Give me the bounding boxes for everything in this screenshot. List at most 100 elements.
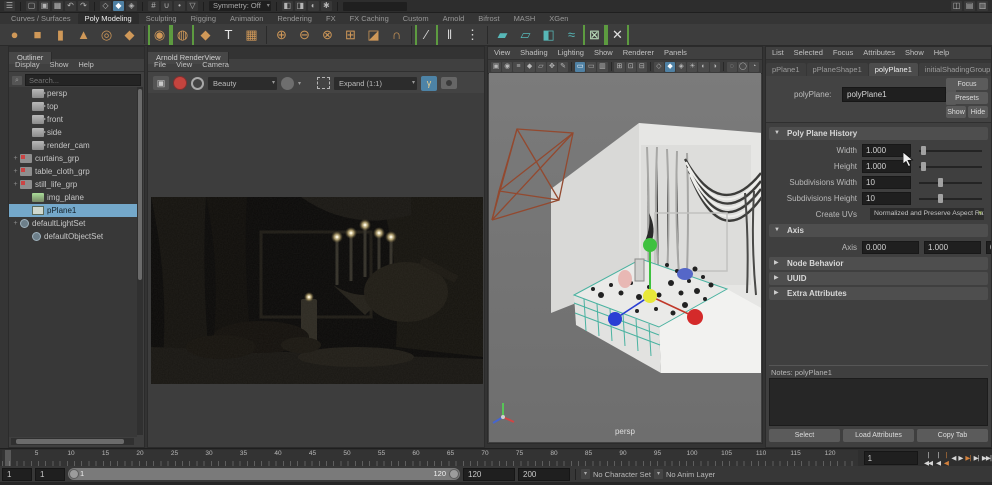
outliner-item[interactable]: defaultObjectSet bbox=[9, 230, 137, 243]
film-gate-icon[interactable]: ▭ bbox=[575, 62, 585, 72]
outliner-menu-item[interactable]: Display bbox=[15, 59, 40, 71]
snap-plane-icon[interactable]: ▽ bbox=[187, 1, 198, 11]
shelf-tab[interactable]: MASH bbox=[507, 13, 543, 24]
save-scene-icon[interactable]: ▦ bbox=[52, 1, 63, 11]
xray-icon[interactable]: ◌ bbox=[727, 62, 737, 72]
type-tool-icon[interactable]: T bbox=[217, 25, 240, 45]
ao-icon[interactable]: ◑ bbox=[710, 62, 720, 72]
attribute-editor-tab[interactable]: initialShadingGroup bbox=[919, 63, 991, 76]
plane-primitive-icon[interactable]: ◆ bbox=[118, 25, 141, 45]
extrude-icon[interactable]: ⊞ bbox=[339, 25, 362, 45]
select-hierarchy-icon[interactable]: ◇ bbox=[100, 1, 111, 11]
axis-value-field[interactable]: 0.000 bbox=[986, 241, 991, 254]
render-settings-icon[interactable]: ✱ bbox=[321, 1, 332, 11]
value-field[interactable]: 10 bbox=[862, 192, 911, 205]
step-back-key-button[interactable]: |◀ bbox=[942, 451, 949, 465]
offset-edge-loop-icon[interactable]: ⋮ bbox=[461, 25, 484, 45]
separate-icon[interactable]: ⊖ bbox=[293, 25, 316, 45]
node-name-field[interactable]: polyPlane1 bbox=[842, 87, 946, 102]
playback-end-field[interactable]: 120 bbox=[463, 468, 515, 481]
viewport-menu-item[interactable]: Panels bbox=[664, 47, 687, 59]
quad-draw-icon[interactable]: ▰ bbox=[491, 25, 514, 45]
quick-select-input[interactable] bbox=[343, 2, 407, 11]
shelf-tab[interactable]: FX bbox=[319, 13, 343, 24]
safe-action-icon[interactable]: ⊡ bbox=[626, 62, 636, 72]
attribute-editor-tab[interactable]: pPlaneShape1 bbox=[807, 63, 868, 76]
value-slider[interactable] bbox=[919, 193, 982, 204]
modeling-toolkit-toggle-icon[interactable]: ◫ bbox=[951, 1, 962, 11]
animation-end-field[interactable]: 200 bbox=[518, 468, 570, 481]
render-view-icon[interactable]: ◧ bbox=[282, 1, 293, 11]
value-slider[interactable] bbox=[919, 177, 982, 188]
expand-icon[interactable]: + bbox=[11, 181, 20, 188]
shelf-tab[interactable]: Custom bbox=[396, 13, 436, 24]
animation-start-field[interactable]: 1 bbox=[2, 468, 32, 481]
viewport-menu-item[interactable]: Renderer bbox=[623, 47, 654, 59]
axis-value-field[interactable]: 1.000 bbox=[924, 241, 981, 254]
attribute-editor-menu-item[interactable]: Show bbox=[905, 47, 924, 59]
collapsed-section[interactable]: ▶ Extra Attributes bbox=[769, 287, 988, 300]
shelf-tab[interactable]: XGen bbox=[542, 13, 575, 24]
outliner-item[interactable]: pPlane1 bbox=[9, 204, 137, 217]
step-forward-key-button[interactable]: ▶| bbox=[964, 451, 971, 465]
shelf-tab[interactable]: FX Caching bbox=[343, 13, 396, 24]
outliner-item[interactable]: persp bbox=[9, 87, 137, 100]
start-ipr-button[interactable] bbox=[173, 76, 187, 90]
render-view-menu-item[interactable]: File bbox=[154, 59, 166, 71]
collapsed-section[interactable]: ▶ UUID bbox=[769, 272, 988, 285]
shelf-tab[interactable]: Arnold bbox=[436, 13, 472, 24]
render-view-canvas[interactable] bbox=[148, 93, 484, 447]
combine-icon[interactable]: ⊕ bbox=[270, 25, 293, 45]
expand-icon[interactable]: + bbox=[11, 220, 20, 227]
shelf-tab[interactable]: Curves / Surfaces bbox=[4, 13, 78, 24]
stop-ipr-button[interactable] bbox=[191, 77, 204, 90]
viewport-canvas[interactable]: persp bbox=[489, 73, 761, 442]
attribute-editor-tab[interactable]: polyPlane1 bbox=[869, 63, 918, 76]
debug-shading-button[interactable] bbox=[281, 77, 294, 90]
axis-value-field[interactable]: 0.000 bbox=[862, 241, 919, 254]
character-set-select[interactable]: No Character Set bbox=[593, 470, 651, 479]
live-surface-icon[interactable]: ▱ bbox=[514, 25, 537, 45]
focus-button[interactable]: Focus bbox=[946, 78, 988, 90]
delete-edge-icon[interactable]: ✕ bbox=[606, 25, 629, 45]
lights-icon[interactable]: ☀ bbox=[687, 62, 697, 72]
select-camera-icon[interactable]: ▣ bbox=[491, 62, 501, 72]
attribute-editor-menu-item[interactable]: Focus bbox=[833, 47, 853, 59]
attribute-editor-tab[interactable]: pPlane1 bbox=[766, 63, 806, 76]
isolate-select-icon[interactable]: ◯ bbox=[738, 62, 748, 72]
outliner-item[interactable]: + curtains_grp bbox=[9, 152, 137, 165]
go-to-start-button[interactable]: |◀◀ bbox=[923, 451, 934, 465]
insert-edge-loop-icon[interactable]: ‖ bbox=[438, 25, 461, 45]
shelf-tab[interactable]: Rigging bbox=[184, 13, 223, 24]
grease-pencil-icon[interactable]: ✎ bbox=[558, 62, 568, 72]
render-frame-icon[interactable]: ◨ bbox=[295, 1, 306, 11]
presets-button[interactable]: Presets bbox=[946, 92, 988, 104]
field-chart-icon[interactable]: ⊞ bbox=[614, 62, 624, 72]
select-object-icon[interactable]: ◆ bbox=[113, 1, 124, 11]
resolution-gate-icon[interactable]: ▭ bbox=[586, 62, 596, 72]
shelf-tab[interactable]: Poly Modeling bbox=[78, 13, 139, 24]
debug-shading-caret-icon[interactable]: ▾ bbox=[298, 80, 301, 87]
expand-icon[interactable]: + bbox=[11, 155, 20, 162]
step-forward-frame-button[interactable]: ▶| bbox=[973, 451, 980, 465]
bevel-icon[interactable]: ◪ bbox=[362, 25, 385, 45]
time-slider[interactable]: 5101520253035404550556065707580859095100… bbox=[2, 450, 858, 466]
outliner-item[interactable]: img_plane bbox=[9, 191, 137, 204]
zoom-select[interactable]: Expand (1:1) bbox=[334, 77, 417, 90]
notes-textarea[interactable] bbox=[769, 378, 988, 426]
range-start-handle[interactable] bbox=[69, 469, 79, 479]
outliner-horizontal-scrollbar[interactable] bbox=[11, 438, 134, 445]
wireframe-icon[interactable]: ◇ bbox=[654, 62, 664, 72]
shelf-tab[interactable]: Rendering bbox=[270, 13, 319, 24]
create-uvs-select[interactable]: Normalized and Preserve Aspect Ratio bbox=[870, 208, 984, 220]
snapshot-button[interactable] bbox=[441, 77, 457, 89]
play-backwards-button[interactable]: ◀ bbox=[950, 451, 956, 465]
current-time-marker[interactable] bbox=[5, 450, 11, 466]
redo-icon[interactable]: ↷ bbox=[78, 1, 89, 11]
outliner-menu-item[interactable]: Show bbox=[50, 59, 69, 71]
undo-icon[interactable]: ↶ bbox=[65, 1, 76, 11]
2d-pan-zoom-icon[interactable]: ✥ bbox=[547, 62, 557, 72]
save-image-icon[interactable]: ▣ bbox=[153, 76, 169, 90]
collapsed-section[interactable]: ▶ Node Behavior bbox=[769, 257, 988, 270]
bridge-icon[interactable]: ∩ bbox=[385, 25, 408, 45]
